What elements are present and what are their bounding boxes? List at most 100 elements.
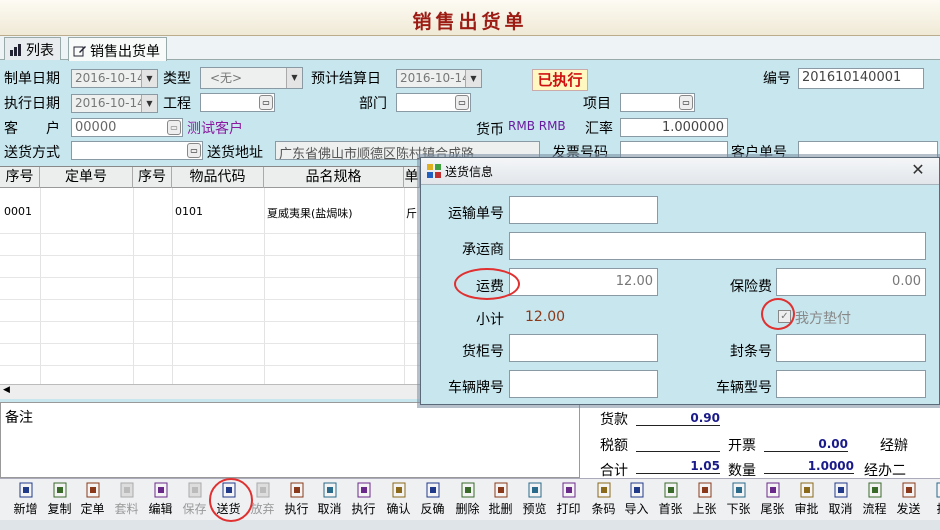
lookup-icon[interactable]: ▭ — [679, 95, 693, 110]
toolbar-button-19[interactable]: 首张 — [654, 481, 687, 519]
number-field[interactable]: 201610140001 — [798, 68, 924, 89]
toolbar-button-8[interactable]: 执行 — [280, 481, 313, 519]
copy-icon — [53, 482, 66, 498]
project-eng-field[interactable]: ▭ — [200, 93, 275, 112]
notes-label: 备注 — [5, 410, 33, 426]
transport-no-field[interactable] — [509, 196, 658, 224]
lookup-icon[interactable]: ▭ — [167, 120, 181, 135]
col-unit[interactable]: 单 — [404, 167, 420, 188]
toolbar-button-label: 排 — [926, 500, 940, 517]
toolbar-button-label: 批删 — [488, 502, 513, 516]
main-toolbar: 新增 复制 定单 套料 编辑 保存 送货 放弃 执行 取消 执行 确认 反确 删除 批删 预览 打印 条码 导入 首张… — [0, 478, 940, 520]
scroll-left-icon[interactable]: ◀ — [3, 385, 10, 395]
toolbar-button-label: 流程 — [862, 502, 887, 516]
toolbar-button-10[interactable]: 执行 — [347, 481, 380, 519]
customer-code-field[interactable]: 00000 ▭ — [71, 118, 183, 137]
window-titlebar: 销售出货单 — [0, 0, 940, 36]
new-doc-icon — [19, 482, 32, 498]
carrier-field[interactable] — [509, 232, 926, 260]
toolbar-button-16[interactable]: 打印 — [552, 481, 585, 519]
tab-sales-delivery[interactable]: 销售出货单 — [68, 37, 167, 61]
chevron-down-icon[interactable]: ▼ — [141, 95, 157, 112]
create-date-field[interactable]: 2016-10-14 ▼ — [71, 69, 158, 88]
toolbar-button-17[interactable]: 条码 — [587, 481, 620, 519]
toolbar-button-2[interactable]: 定单 — [76, 481, 109, 519]
toolbar-button-label: 保存 — [182, 502, 207, 516]
chevron-down-icon[interactable]: ▼ — [465, 70, 481, 87]
flow-icon — [868, 482, 881, 498]
delivery-info-dialog: 送货信息 ✕ 运输单号 承运商 运费 12.00 保险费 0.00 小计 12.… — [420, 157, 940, 405]
plate-no-field[interactable] — [509, 370, 658, 398]
tab-bar: 列表 销售出货单 — [0, 36, 940, 61]
tab-list[interactable]: 列表 — [4, 37, 61, 60]
close-icon[interactable]: ✕ — [909, 160, 927, 180]
toolbar-button-25[interactable]: 流程 — [858, 481, 891, 519]
container-no-field[interactable] — [509, 334, 658, 362]
col-order-no[interactable]: 定单号 — [40, 167, 133, 188]
insurance-field[interactable]: 0.00 — [776, 268, 926, 296]
toolbar-button-27[interactable]: 排 — [926, 481, 940, 519]
notes-area[interactable]: 备注 — [0, 402, 580, 478]
ship-method-field[interactable]: ▭ — [71, 141, 203, 160]
toolbar-button-4[interactable]: 编辑 — [144, 481, 177, 519]
chevron-down-icon[interactable]: ▼ — [286, 68, 302, 88]
lookup-icon[interactable]: ▭ — [187, 143, 201, 158]
lookup-icon[interactable]: ▭ — [259, 95, 273, 110]
order-icon — [86, 482, 99, 498]
toolbar-button-24[interactable]: 取消 — [824, 481, 857, 519]
dept-field[interactable]: ▭ — [396, 93, 471, 112]
toolbar-button-23[interactable]: 审批 — [790, 481, 823, 519]
lookup-icon[interactable]: ▭ — [455, 95, 469, 110]
item-field[interactable]: ▭ — [620, 93, 695, 112]
toolbar-button-label: 取消 — [828, 502, 853, 516]
toolbar-button-label: 删除 — [455, 502, 480, 516]
toolbar-button-15[interactable]: 预览 — [518, 481, 551, 519]
toolbar-button-18[interactable]: 导入 — [620, 481, 653, 519]
vehicle-model-field[interactable] — [776, 370, 926, 398]
prev-icon — [698, 482, 711, 498]
toolbar-button-label: 首张 — [658, 502, 683, 516]
next-icon — [732, 482, 745, 498]
highlight-ring-delivery — [209, 478, 253, 522]
delete-icon — [461, 482, 474, 498]
invoice-label: 开票 — [728, 438, 756, 454]
toolbar-button-1[interactable]: 复制 — [43, 481, 76, 519]
cancel-approve-icon — [834, 482, 847, 498]
est-settle-date-field[interactable]: 2016-10-14 ▼ — [396, 69, 482, 88]
col-seq[interactable]: 序号 — [0, 167, 40, 188]
col-name-spec[interactable]: 品名规格 — [264, 167, 404, 188]
toolbar-button-3[interactable]: 套料 — [110, 481, 143, 519]
toolbar-button-12[interactable]: 反确 — [416, 481, 449, 519]
freight-field[interactable]: 12.00 — [509, 268, 658, 296]
seal-no-field[interactable] — [776, 334, 926, 362]
container-no-label: 货柜号 — [462, 344, 504, 360]
toolbar-button-9[interactable]: 取消 — [313, 481, 346, 519]
col-seq2[interactable]: 序号 — [133, 167, 172, 188]
exec-date-field[interactable]: 2016-10-14 ▼ — [71, 94, 158, 113]
horizontal-scrollbar[interactable]: ◀ — [0, 384, 420, 399]
toolbar-button-0[interactable]: 新增 — [9, 481, 42, 519]
number-label: 编号 — [763, 71, 791, 87]
toolbar-button-14[interactable]: 批删 — [484, 481, 517, 519]
type-select[interactable]: <无> ▼ — [200, 67, 303, 89]
send-icon — [902, 482, 915, 498]
toolbar-button-21[interactable]: 下张 — [722, 481, 755, 519]
col-item-code[interactable]: 物品代码 — [172, 167, 264, 188]
toolbar-button-11[interactable]: 确认 — [382, 481, 415, 519]
toolbar-button-13[interactable]: 删除 — [451, 481, 484, 519]
tax-label: 税额 — [600, 438, 628, 454]
toolbar-button-label: 条码 — [591, 502, 616, 516]
toolbar-button-26[interactable]: 发送 — [892, 481, 925, 519]
barcode-print-icon — [597, 482, 610, 498]
chevron-down-icon[interactable]: ▼ — [141, 70, 157, 87]
toolbar-button-20[interactable]: 上张 — [688, 481, 721, 519]
toolbar-button-5[interactable]: 保存 — [178, 481, 211, 519]
toolbar-button-label: 编辑 — [148, 502, 173, 516]
rate-field[interactable]: 1.000000 — [620, 118, 728, 137]
toolbar-button-label: 新增 — [13, 502, 38, 516]
toolbar-button-22[interactable]: 尾张 — [756, 481, 789, 519]
goods-value: 0.90 — [636, 411, 720, 426]
est-settle-date-label: 预计结算日 — [311, 71, 381, 87]
toolbar-button-label: 套料 — [114, 502, 139, 516]
dept-label: 部门 — [359, 96, 387, 112]
